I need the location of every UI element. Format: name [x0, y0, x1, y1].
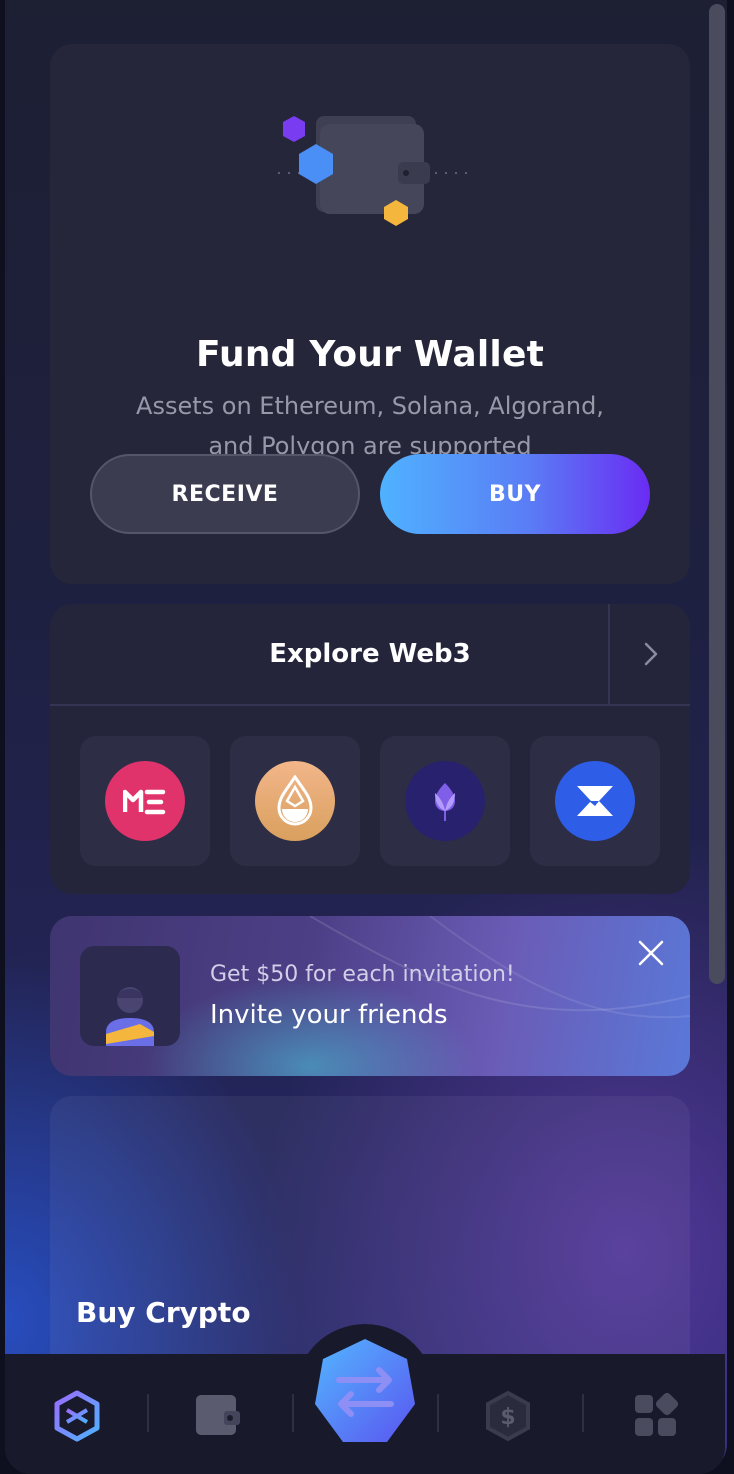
tab-home[interactable] [50, 1389, 104, 1443]
invite-title: Invite your friends [210, 1000, 448, 1030]
tulip-mark-icon [435, 783, 455, 821]
invite-avatar [80, 946, 180, 1046]
tab-separator [147, 1394, 149, 1432]
buy-crypto-title: Buy Crypto [76, 1296, 251, 1329]
tab-wallet[interactable] [191, 1389, 245, 1443]
tab-separator [582, 1394, 584, 1432]
tab-separator [292, 1394, 294, 1432]
explore-more-button[interactable] [608, 604, 692, 704]
tab-earn[interactable]: $ [481, 1389, 535, 1443]
receive-button[interactable]: RECEIVE [90, 454, 360, 534]
bottom-tab-bar: $ [5, 1324, 725, 1474]
explore-app-tile-tulip[interactable] [380, 736, 510, 866]
logo-icon [54, 1390, 100, 1442]
explore-header[interactable]: Explore Web3 [50, 604, 690, 706]
magic-eden-logo-icon [105, 761, 185, 841]
magic-eden-mark-icon [123, 789, 166, 815]
close-icon[interactable] [636, 938, 666, 968]
zeta-logo-icon [555, 761, 635, 841]
app-window: Fund Your Wallet Assets on Ethereum, Sol… [5, 0, 727, 1472]
svg-text:$: $ [500, 1405, 515, 1430]
explore-web3-card: Explore Web3 [50, 604, 690, 894]
buy-button[interactable]: BUY [380, 454, 650, 534]
drop-mark-icon [277, 775, 313, 826]
tab-apps[interactable] [629, 1389, 683, 1443]
person-icon [106, 987, 154, 1046]
wallet-icon [196, 1395, 240, 1435]
explore-app-tile-magic-eden[interactable] [80, 736, 210, 866]
zeta-mark-icon [577, 786, 613, 816]
swap-button-wrap [295, 1324, 435, 1464]
scrollbar-thumb[interactable] [709, 4, 725, 984]
explore-app-tile-zeta[interactable] [530, 736, 660, 866]
wallet-illustration-icon [278, 116, 470, 226]
fund-subtitle-line1: Assets on Ethereum, Solana, Algorand, [136, 392, 604, 420]
explore-app-tile-drop[interactable] [230, 736, 360, 866]
tulip-logo-icon [405, 761, 485, 841]
invite-reward-text: Get $50 for each invitation! [210, 962, 515, 987]
explore-title: Explore Web3 [269, 639, 471, 669]
fund-wallet-card: Fund Your Wallet Assets on Ethereum, Sol… [50, 44, 690, 584]
drop-logo-icon [255, 761, 335, 841]
chevron-right-icon [644, 642, 658, 666]
apps-grid-icon [635, 1393, 679, 1436]
fund-title: Fund Your Wallet [196, 334, 544, 375]
swap-button[interactable] [295, 1324, 435, 1464]
dollar-hex-icon: $ [486, 1390, 530, 1442]
invite-banner[interactable]: Get $50 for each invitation! Invite your… [50, 916, 690, 1076]
tab-separator [437, 1394, 439, 1432]
